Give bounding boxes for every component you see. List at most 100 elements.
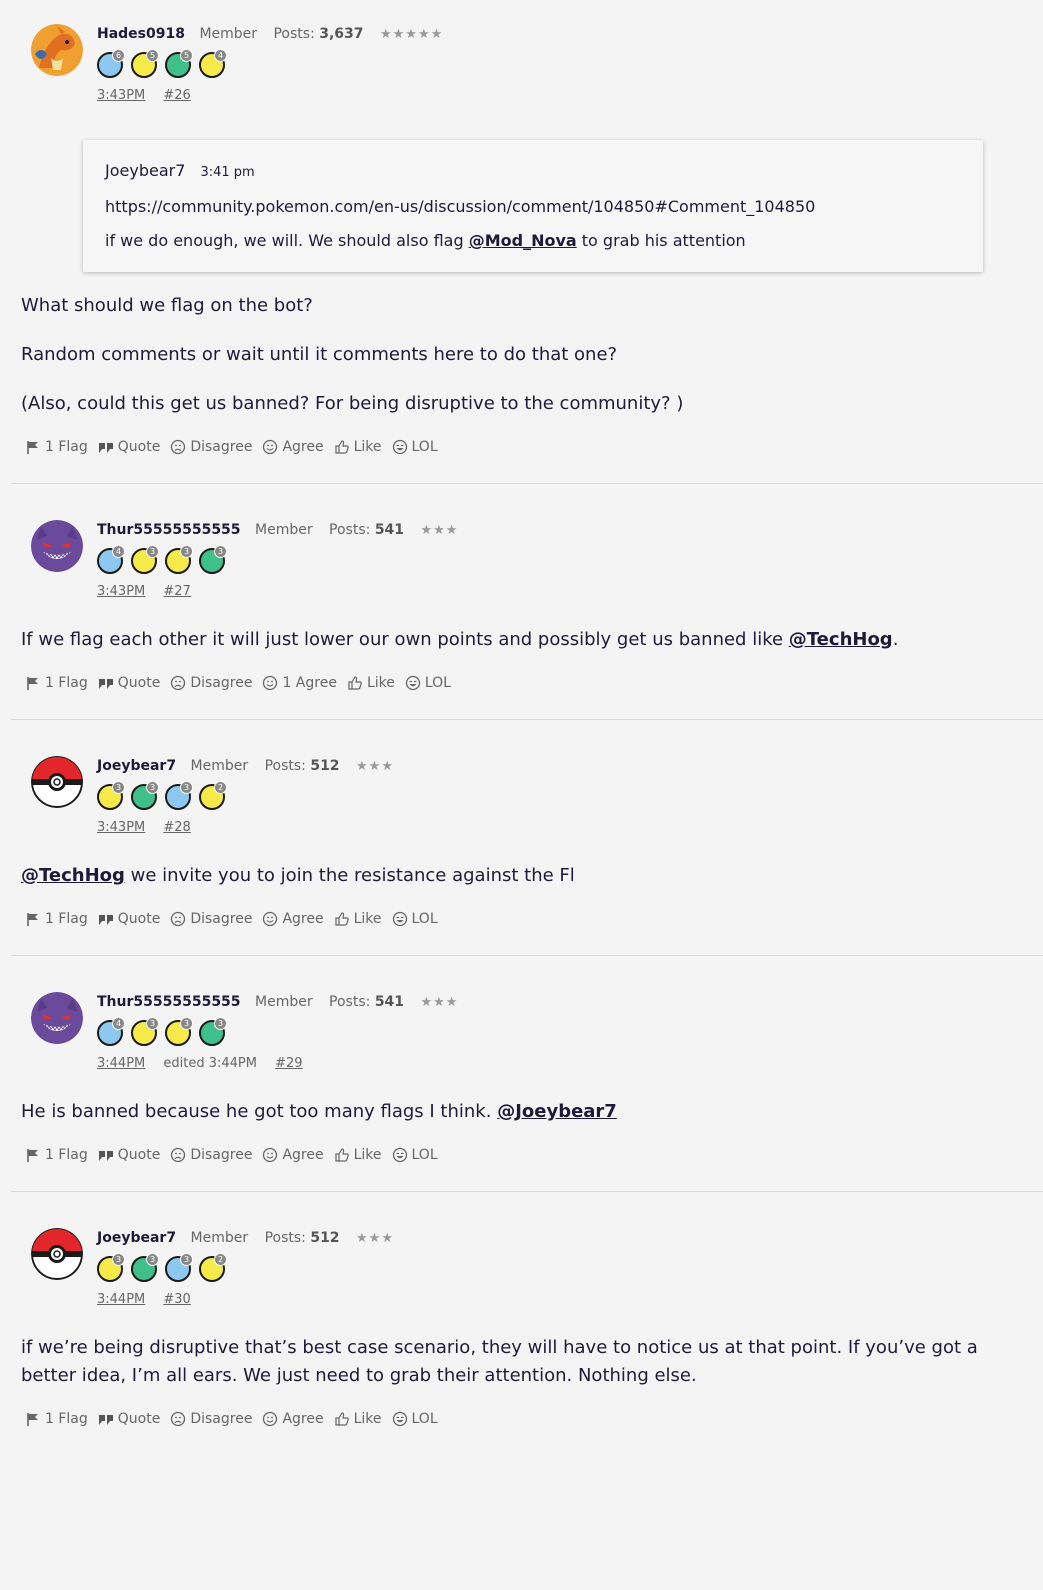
like-button[interactable]: Like (334, 1147, 382, 1163)
disagree-button[interactable]: Disagree (170, 911, 252, 927)
username-link[interactable]: Thur55555555555 (97, 522, 241, 538)
quote-button[interactable]: Quote (98, 675, 160, 691)
username-link[interactable]: Joeybear7 (97, 1230, 176, 1246)
disagree-button[interactable]: Disagree (170, 1411, 252, 1427)
gengar-avatar[interactable] (31, 520, 83, 572)
post-number-link[interactable]: #27 (163, 584, 190, 599)
lol-label: LOL (411, 1147, 438, 1163)
flag-button[interactable]: 1 Flag (25, 1147, 88, 1163)
lol-button[interactable]: LOL (392, 1411, 438, 1427)
quote-time-link[interactable]: 3:41 pm (200, 165, 254, 180)
mention-link[interactable]: @TechHog (789, 629, 893, 650)
thumb-badge-icon[interactable]: 3 (131, 1253, 159, 1282)
post-time-link[interactable]: 3:43PM (97, 584, 145, 599)
agree-button[interactable]: 1 Agree (262, 675, 337, 691)
badge-count: 3 (180, 545, 193, 558)
quote-icon (98, 915, 113, 925)
disagree-label: Disagree (190, 439, 253, 455)
flag-button[interactable]: 1 Flag (25, 911, 88, 927)
quote-block: Joeybear7 3:41 pm https://community.poke… (83, 140, 983, 272)
comment-badge-icon[interactable]: 3 (165, 781, 193, 810)
smile-badge-icon[interactable]: 3 (97, 1253, 125, 1282)
post-time-link[interactable]: 3:43PM (97, 88, 145, 103)
smile-badge-icon[interactable]: 3 (97, 781, 125, 810)
lol-button[interactable]: LOL (392, 439, 438, 455)
frown-icon (171, 911, 186, 927)
laugh-badge-icon[interactable]: 3 (131, 1017, 159, 1046)
mention-link[interactable]: @Mod_Nova (469, 231, 577, 250)
post-paragraph: He is banned because he got too many fla… (21, 1098, 1033, 1126)
post-number-link[interactable]: #28 (163, 820, 190, 835)
post-paragraph: Random comments or wait until it comment… (21, 344, 618, 365)
username-link[interactable]: Hades0918 (97, 26, 185, 42)
mention-link[interactable]: @Joeybear7 (497, 1101, 617, 1122)
smile-badge-icon[interactable]: 3 (165, 1017, 193, 1046)
post-number-link[interactable]: #26 (163, 88, 190, 103)
flag-button[interactable]: 1 Flag (25, 439, 88, 455)
quote-author-link[interactable]: Joeybear7 (105, 161, 185, 180)
post-timeline: 3:43PM #26 (97, 88, 205, 103)
agree-button[interactable]: Agree (262, 439, 324, 455)
smile-badge-icon[interactable]: 3 (165, 545, 193, 574)
pokeball-avatar[interactable] (31, 1228, 83, 1280)
badge-count: 4 (112, 545, 125, 558)
like-button[interactable]: Like (334, 911, 382, 927)
like-button[interactable]: Like (347, 675, 395, 691)
charizard-avatar[interactable] (31, 24, 83, 76)
quote-source-link[interactable]: https://community.pokemon.com/en-us/disc… (105, 196, 961, 218)
laugh-badge-icon[interactable]: 4 (199, 49, 227, 78)
post-number-link[interactable]: #29 (275, 1056, 302, 1071)
post-time-link[interactable]: 3:44PM (97, 1056, 145, 1071)
username-link[interactable]: Thur55555555555 (97, 994, 241, 1010)
comment-badge-icon[interactable]: 4 (97, 545, 125, 574)
laugh-badge-icon[interactable]: 2 (199, 781, 227, 810)
quote-button[interactable]: Quote (98, 911, 160, 927)
mention-link[interactable]: @TechHog (21, 865, 125, 886)
reaction-bar: 1 Flag Quote Disagree Agree Like LOL (11, 1411, 1043, 1455)
like-button[interactable]: Like (334, 439, 382, 455)
thumb-badge-icon[interactable]: 3 (131, 781, 159, 810)
agree-button[interactable]: Agree (262, 1147, 324, 1163)
comment-badge-icon[interactable]: 3 (165, 1253, 193, 1282)
badge-count: 3 (146, 1017, 159, 1030)
post-meta: Joeybear7 Member Posts: 512 ★★★ 3 3 3 2 … (11, 732, 1043, 835)
quote-button[interactable]: Quote (98, 1411, 160, 1427)
username-link[interactable]: Joeybear7 (97, 758, 176, 774)
disagree-button[interactable]: Disagree (170, 675, 252, 691)
rank-stars: ★★★ (420, 523, 459, 538)
comment-thread: Hades0918 Member Posts: 3,637 ★★★★★ 6 5 … (0, 0, 1043, 1455)
flag-button[interactable]: 1 Flag (25, 675, 88, 691)
smile-icon (263, 1147, 278, 1163)
like-button[interactable]: Like (334, 1411, 382, 1427)
like-label: Like (353, 439, 382, 455)
thumb-badge-icon[interactable]: 3 (199, 545, 227, 574)
smile-badge-icon[interactable]: 5 (131, 49, 159, 78)
lol-button[interactable]: LOL (405, 675, 451, 691)
thumb-badge-icon[interactable]: 3 (199, 1017, 227, 1046)
post-meta: Joeybear7 Member Posts: 512 ★★★ 3 3 3 2 … (11, 1204, 1043, 1307)
disagree-label: Disagree (190, 675, 253, 691)
pokeball-avatar[interactable] (31, 756, 83, 808)
quote-button[interactable]: Quote (98, 439, 160, 455)
laugh-badge-icon[interactable]: 3 (131, 545, 159, 574)
disagree-button[interactable]: Disagree (170, 439, 252, 455)
post-time-link[interactable]: 3:44PM (97, 1292, 145, 1307)
post-number-link[interactable]: #30 (163, 1292, 190, 1307)
flag-icon (27, 913, 38, 926)
thumb-badge-icon[interactable]: 5 (165, 49, 193, 78)
badges-row: 3 3 3 2 (97, 1253, 227, 1282)
comment-badge-icon[interactable]: 6 (97, 49, 125, 78)
posts-count: 3,637 (319, 26, 364, 42)
lol-button[interactable]: LOL (392, 1147, 438, 1163)
comment-badge-icon[interactable]: 4 (97, 1017, 125, 1046)
laugh-badge-icon[interactable]: 2 (199, 1253, 227, 1282)
agree-button[interactable]: Agree (262, 911, 324, 927)
post-time-link[interactable]: 3:43PM (97, 820, 145, 835)
post-body: What should we flag on the bot? Random c… (11, 272, 1043, 418)
disagree-button[interactable]: Disagree (170, 1147, 252, 1163)
flag-button[interactable]: 1 Flag (25, 1411, 88, 1427)
agree-button[interactable]: Agree (262, 1411, 324, 1427)
quote-button[interactable]: Quote (98, 1147, 160, 1163)
lol-button[interactable]: LOL (392, 911, 438, 927)
gengar-avatar[interactable] (31, 992, 83, 1044)
